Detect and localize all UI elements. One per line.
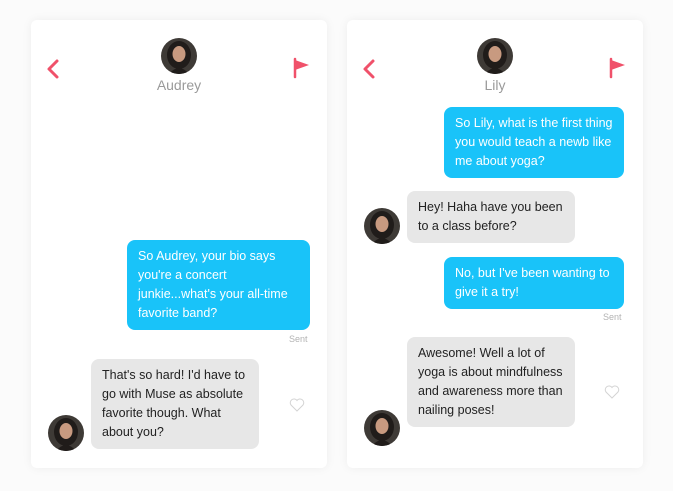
message-status: Sent: [603, 312, 622, 322]
message-bubble-outgoing: No, but I've been wanting to give it a t…: [444, 257, 624, 309]
heart-outline-icon[interactable]: [604, 385, 620, 399]
message-bubble-incoming: Awesome! Well a lot of yoga is about min…: [407, 337, 575, 427]
avatar[interactable]: [161, 38, 197, 74]
flag-icon[interactable]: [293, 57, 311, 79]
heart-outline-icon[interactable]: [289, 398, 305, 412]
flag-icon[interactable]: [609, 57, 627, 79]
contact-name: Audrey: [156, 77, 202, 93]
avatar[interactable]: [364, 208, 400, 244]
message-bubble-incoming: Hey! Haha have you been to a class befor…: [407, 191, 575, 243]
avatar[interactable]: [364, 410, 400, 446]
avatar[interactable]: [477, 38, 513, 74]
message-status: Sent: [289, 334, 308, 344]
chat-card-audrey: Audrey So Audrey, your bio says you're a…: [31, 20, 327, 468]
message-bubble-outgoing: So Audrey, your bio says you're a concer…: [127, 240, 310, 330]
message-bubble-outgoing: So Lily, what is the first thing you wou…: [444, 107, 624, 178]
chat-card-lily: Lily So Lily, what is the first thing yo…: [347, 20, 643, 468]
contact-name: Lily: [484, 77, 506, 93]
message-bubble-incoming: That's so hard! I'd have to go with Muse…: [91, 359, 259, 449]
avatar[interactable]: [48, 415, 84, 451]
